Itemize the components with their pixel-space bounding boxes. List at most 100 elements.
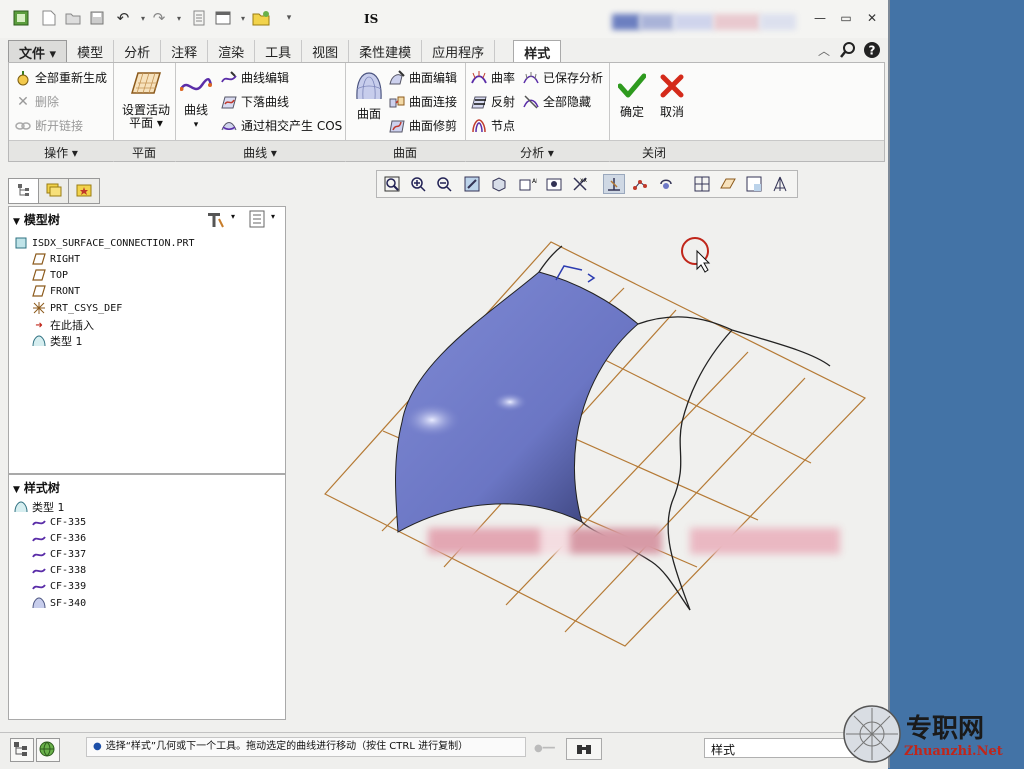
zoom-in-icon[interactable]	[407, 174, 429, 194]
perspective-icon[interactable]	[769, 174, 791, 194]
tree-item-top[interactable]: TOP	[31, 269, 68, 281]
curvature-button[interactable]: 曲率	[471, 69, 515, 86]
tab-flexible-modeling[interactable]: 柔性建模	[349, 40, 423, 62]
tab-render[interactable]: 渲染	[208, 40, 256, 62]
show-columns-icon[interactable]	[249, 210, 265, 231]
curve-button[interactable]: 曲线 ▾	[179, 75, 213, 132]
selection-filter-dropdown[interactable]: 样式	[704, 738, 856, 758]
datum-display-icon[interactable]: xx	[569, 174, 591, 194]
curve-dropdown[interactable]: ▾	[194, 120, 199, 130]
tree-item-style-1[interactable]: 类型 1	[31, 333, 83, 349]
group-label-curves[interactable]: 曲线 ▾	[175, 144, 345, 161]
style-tree-header[interactable]: ▼ 样式树	[13, 479, 60, 496]
customize-quick-access-icon[interactable]: ▾	[280, 10, 298, 26]
find-button[interactable]	[566, 738, 602, 760]
tab-analysis[interactable]: 分析	[114, 40, 162, 62]
redo-icon[interactable]: ↷	[150, 9, 168, 27]
tree-item-csys[interactable]: PRT_CSYS_DEF	[31, 301, 122, 315]
style-tree-item-cf-335[interactable]: CF-335	[31, 517, 86, 528]
set-active-plane-button[interactable]: 设置活动 平面 ▾	[117, 69, 175, 130]
style-tree-item-cf-339[interactable]: CF-339	[31, 581, 86, 592]
tab-view[interactable]: 视图	[302, 40, 350, 62]
tab-tools[interactable]: 工具	[255, 40, 303, 62]
one-view-icon[interactable]	[691, 174, 713, 194]
repaint-icon[interactable]	[461, 174, 483, 194]
model-viewport[interactable]	[292, 202, 886, 730]
surface-connect-button[interactable]: 曲面连接	[389, 93, 457, 110]
display-style-icon[interactable]	[487, 174, 509, 194]
tree-item-front[interactable]: FRONT	[31, 285, 80, 297]
model-tree-header[interactable]: ▼ 模型树	[13, 211, 60, 228]
favorites-tab[interactable]	[68, 178, 100, 204]
model-tree-tab[interactable]	[8, 178, 40, 204]
drop-curve-button[interactable]: 下落曲线	[221, 93, 289, 110]
zoom-out-icon[interactable]	[433, 174, 455, 194]
graphics-area[interactable]	[292, 202, 886, 730]
cos-button[interactable]: 通过相交产生 COS	[221, 117, 342, 134]
minimize-ribbon-icon[interactable]: ︿	[818, 42, 830, 59]
hide-all-label: 全部隐藏	[543, 95, 592, 109]
tangent-plane-icon[interactable]	[717, 174, 739, 194]
tree-settings-dropdown-icon[interactable]: ▾	[231, 212, 235, 221]
help-icon[interactable]: ?	[864, 42, 880, 62]
new-icon[interactable]	[40, 10, 58, 26]
tab-file[interactable]: 文件 ▾	[8, 40, 68, 63]
windows-icon[interactable]	[214, 10, 232, 26]
browser-toggle-icon[interactable]	[36, 738, 60, 762]
search-icon[interactable]	[840, 42, 856, 62]
curve-cf-top[interactable]	[637, 316, 831, 367]
active-plane-display-icon[interactable]	[603, 174, 625, 194]
break-link-button[interactable]: 断开链接	[15, 117, 83, 134]
spin-center-icon[interactable]	[655, 174, 677, 194]
style-tree-item-sf-340[interactable]: SF-340	[31, 597, 86, 609]
undo-icon[interactable]: ↶	[114, 9, 132, 27]
style-tree-item-cf-337[interactable]: CF-337	[31, 549, 86, 560]
tree-item-part[interactable]: ISDX_SURFACE_CONNECTION.PRT	[13, 237, 195, 249]
folder-browser-tab[interactable]	[38, 178, 70, 204]
regenerate-all-button[interactable]: 全部重新生成	[15, 69, 107, 86]
view-manager-icon[interactable]	[543, 174, 565, 194]
saved-analysis-button[interactable]: 已保存分析	[523, 69, 603, 86]
reflection-button[interactable]: 反射	[471, 93, 515, 110]
point-display-icon[interactable]	[629, 174, 651, 194]
regenerate-icon[interactable]	[190, 10, 208, 26]
surface-trim-button[interactable]: 曲面修剪	[389, 117, 457, 134]
open-icon[interactable]	[64, 10, 82, 26]
ok-button[interactable]: 确定	[615, 73, 649, 119]
app-logo-icon[interactable]	[12, 10, 30, 26]
four-view-icon[interactable]	[743, 174, 765, 194]
tree-item-right[interactable]: RIGHT	[31, 253, 80, 265]
cancel-button[interactable]: 取消	[655, 73, 689, 119]
save-icon[interactable]	[88, 10, 106, 26]
group-label-analysis[interactable]: 分析 ▾	[465, 144, 609, 161]
refit-icon[interactable]	[381, 174, 403, 194]
windows-dropdown-icon[interactable]: ▾	[234, 10, 252, 26]
tree-item-insert-here[interactable]: ➜ 在此插入	[31, 317, 94, 333]
tab-model[interactable]: 模型	[67, 40, 115, 62]
style-tree-item-cf-336[interactable]: CF-336	[31, 533, 86, 544]
surface-edit-button[interactable]: 曲面编辑	[389, 69, 457, 86]
tab-annotate[interactable]: 注释	[161, 40, 209, 62]
delete-button[interactable]: ✕ 删除	[15, 93, 59, 110]
show-dropdown-icon[interactable]: ▾	[271, 212, 275, 221]
close-button[interactable]: ✕	[862, 9, 882, 27]
style-tree-item-style-1[interactable]: 类型 1	[13, 499, 65, 515]
redo-dropdown-icon[interactable]: ▾	[170, 10, 188, 26]
svg-text:?: ?	[869, 44, 876, 58]
curve-edit-button[interactable]: 曲线编辑	[221, 69, 289, 86]
hide-all-button[interactable]: 全部隐藏	[523, 93, 591, 110]
group-label-operations[interactable]: 操作 ▾	[9, 144, 113, 161]
folder-icon[interactable]	[252, 10, 270, 26]
style-tree-item-cf-338[interactable]: CF-338	[31, 565, 86, 576]
style-surface[interactable]	[395, 271, 639, 533]
surface-button[interactable]: 曲面	[349, 71, 389, 121]
model-tree-toggle-icon[interactable]	[10, 738, 34, 762]
restore-button[interactable]: ▭	[836, 9, 856, 27]
tab-style[interactable]: 样式	[513, 40, 562, 63]
tree-settings-icon[interactable]	[205, 210, 225, 232]
curve-cf-tip[interactable]	[538, 245, 563, 273]
saved-orientations-icon[interactable]: AB	[517, 174, 539, 194]
node-button[interactable]: 节点	[471, 117, 515, 134]
tab-applications[interactable]: 应用程序	[422, 40, 496, 62]
minimize-button[interactable]: —	[810, 9, 830, 27]
